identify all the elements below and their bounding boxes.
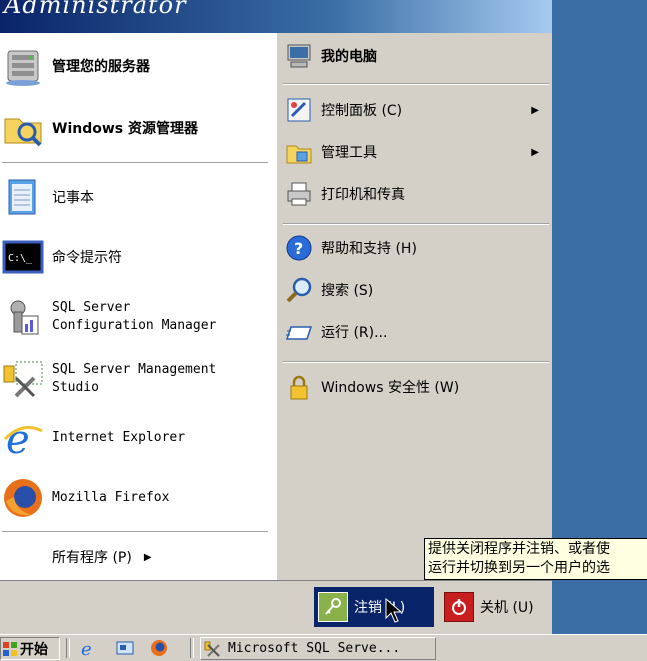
- menu-item-sql-config-manager[interactable]: SQL Server Configuration Manager: [2, 289, 216, 345]
- menu-item-internet-explorer[interactable]: e Internet Explorer: [2, 413, 185, 463]
- separator: [2, 162, 268, 164]
- start-button[interactable]: 开始: [0, 637, 60, 660]
- control-panel-icon: [287, 98, 311, 122]
- menu-item-label: 搜索 (S): [321, 283, 374, 299]
- system-places-pane: 我的电脑 控制面板 (C) ▶ 管理工具 ▶ 打印机和传真 ? 帮助和支持 (H…: [276, 33, 552, 580]
- menu-item-notepad[interactable]: 记事本: [2, 173, 94, 221]
- start-label: 开始: [20, 641, 48, 658]
- quicklaunch-firefox-icon[interactable]: [150, 639, 168, 657]
- help-icon: ?: [286, 235, 312, 261]
- menu-item-windows-explorer[interactable]: Windows 资源管理器: [2, 103, 198, 153]
- svg-text:C:\_: C:\_: [8, 253, 33, 264]
- tooltip-line: 运行并切换到另一个用户的选: [428, 560, 610, 576]
- shutdown-button[interactable]: 关机 (U): [440, 587, 550, 627]
- menu-item-control-panel[interactable]: 控制面板 (C) ▶: [285, 93, 547, 127]
- menu-item-command-prompt[interactable]: C:\_ 命令提示符: [2, 233, 122, 281]
- submenu-arrow-icon: ▶: [143, 551, 152, 563]
- menu-item-label: 命令提示符: [52, 250, 122, 266]
- menu-item-run[interactable]: 运行 (R)...: [285, 315, 547, 349]
- sql-studio-icon: [3, 361, 43, 398]
- menu-item-label: Mozilla Firefox: [52, 490, 170, 505]
- all-programs-label: 所有程序 (P): [52, 550, 132, 566]
- svg-text:?: ?: [294, 239, 303, 258]
- windows-logo-icon: [3, 641, 17, 656]
- menu-item-help-support[interactable]: ? 帮助和支持 (H): [285, 231, 547, 265]
- menu-item-label: SQL Server Management Studio: [52, 362, 217, 395]
- menu-item-label: Windows 资源管理器: [52, 121, 198, 137]
- all-programs-button[interactable]: 所有程序 (P) ▶: [52, 541, 152, 573]
- separator: [283, 223, 549, 225]
- ie-icon: e: [3, 417, 43, 459]
- run-icon: [285, 326, 313, 340]
- menu-item-admin-tools[interactable]: 管理工具 ▶: [285, 135, 547, 169]
- taskbar-separator: [66, 638, 70, 658]
- menu-item-label: SQL Server Configuration Manager: [52, 300, 217, 333]
- separator: [2, 531, 268, 533]
- shutdown-label: 关机 (U): [480, 600, 534, 616]
- menu-item-label: Internet Explorer: [52, 430, 186, 445]
- pinned-programs-pane: 管理您的服务器 Windows 资源管理器 记事本 C:\_ 命令提示符 SQL…: [0, 33, 276, 580]
- mouse-cursor-icon: [385, 598, 403, 623]
- cmd-icon: C:\_: [2, 240, 44, 274]
- menu-item-label: 我的电脑: [321, 49, 377, 65]
- taskbar-separator: [190, 638, 194, 658]
- tooltip-line: 提供关闭程序并注销、或者使: [428, 541, 610, 557]
- menu-item-label: 帮助和支持 (H): [321, 241, 417, 257]
- menu-item-windows-security[interactable]: Windows 安全性 (W): [285, 370, 547, 404]
- quicklaunch-ie-icon[interactable]: e: [80, 639, 98, 657]
- logoff-button[interactable]: 注销 (L): [314, 587, 434, 627]
- menu-item-printers-faxes[interactable]: 打印机和传真: [285, 177, 547, 211]
- explorer-folder-icon: [4, 118, 42, 147]
- sql-studio-icon: [204, 641, 220, 657]
- menu-item-my-computer[interactable]: 我的电脑: [285, 39, 547, 73]
- menu-item-firefox[interactable]: Mozilla Firefox: [2, 473, 169, 523]
- menu-item-label: 控制面板 (C): [321, 103, 403, 119]
- admin-tools-icon: [286, 145, 312, 164]
- username: Administrator: [4, 0, 187, 19]
- menu-item-label: 记事本: [52, 190, 94, 206]
- notepad-icon: [8, 179, 36, 215]
- menu-item-label: 管理工具: [321, 145, 377, 161]
- key-icon: [318, 592, 348, 622]
- quicklaunch-show-desktop-icon[interactable]: [116, 639, 134, 657]
- taskbar: 开始 e Microsoft SQL Serve...: [0, 634, 647, 661]
- printer-icon: [287, 182, 311, 206]
- svg-text:e: e: [81, 639, 92, 657]
- menu-item-manage-server[interactable]: 管理您的服务器: [2, 41, 150, 91]
- svg-text:e: e: [6, 417, 30, 459]
- power-icon: [444, 592, 474, 622]
- menu-item-search[interactable]: 搜索 (S): [285, 273, 547, 307]
- taskbar-window-sql-server[interactable]: Microsoft SQL Serve...: [200, 637, 436, 660]
- menu-item-sql-management-studio[interactable]: SQL Server Management Studio: [2, 351, 216, 407]
- logoff-tooltip: 提供关闭程序并注销、或者使 运行并切换到另一个用户的选: [424, 538, 647, 580]
- search-icon: [286, 277, 312, 303]
- lock-icon: [290, 375, 308, 400]
- firefox-icon: [4, 479, 42, 517]
- taskbar-window-label: Microsoft SQL Serve...: [228, 641, 401, 656]
- separator: [283, 361, 549, 363]
- sql-config-icon: [10, 300, 39, 335]
- menu-item-label: Windows 安全性 (W): [321, 380, 460, 396]
- start-menu-header: Administrator: [0, 0, 552, 33]
- computer-icon: [287, 44, 311, 68]
- server-icon: [6, 50, 40, 86]
- submenu-arrow-icon: ▶: [531, 146, 539, 158]
- menu-item-label: 管理您的服务器: [52, 59, 150, 75]
- menu-item-label: 运行 (R)...: [321, 325, 388, 341]
- submenu-arrow-icon: ▶: [531, 104, 539, 116]
- separator: [283, 83, 549, 85]
- menu-item-label: 打印机和传真: [321, 187, 405, 203]
